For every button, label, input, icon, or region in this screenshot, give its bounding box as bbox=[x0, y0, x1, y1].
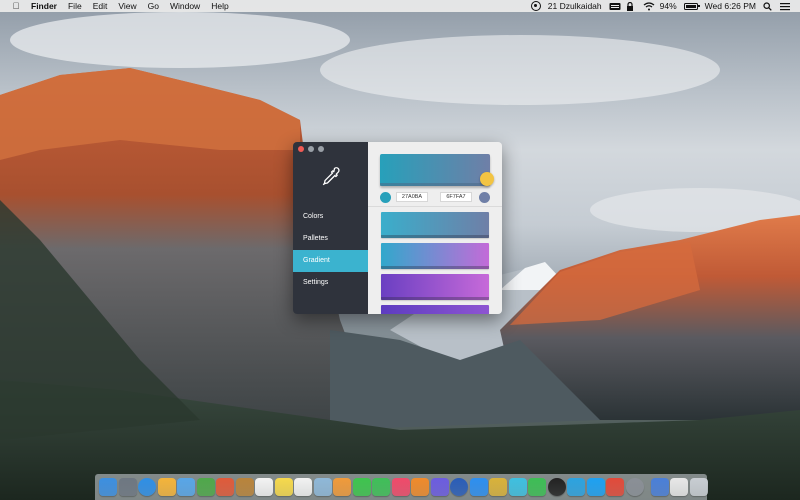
hijri-date[interactable]: 21 Dzulkaidah bbox=[548, 1, 602, 11]
music-icon[interactable] bbox=[391, 478, 410, 496]
gradient-preview bbox=[380, 154, 490, 186]
saved-gradients-list bbox=[381, 212, 489, 314]
apple-icon[interactable]:  bbox=[10, 1, 22, 11]
coins-icon[interactable] bbox=[489, 478, 507, 496]
sidebar-nav: Colors Palletes Gradient Settings bbox=[293, 206, 368, 294]
minimize-window-button[interactable] bbox=[308, 146, 314, 152]
facetime-icon[interactable] bbox=[372, 478, 390, 496]
s-app-icon[interactable] bbox=[606, 478, 624, 496]
close-window-button[interactable] bbox=[298, 146, 304, 152]
gradient-app-window: Colors Palletes Gradient Settings bbox=[293, 142, 502, 314]
menu-app-name[interactable]: Finder bbox=[31, 1, 57, 11]
sidebar-item-colors[interactable]: Colors bbox=[293, 206, 368, 228]
content-divider bbox=[368, 206, 502, 207]
saved-gradient-item[interactable] bbox=[381, 243, 489, 269]
wifi-icon[interactable] bbox=[643, 1, 655, 11]
battery-icon[interactable] bbox=[683, 2, 700, 10]
sidebar-item-gradient[interactable]: Gradient bbox=[293, 250, 368, 272]
document-icon[interactable] bbox=[670, 478, 688, 496]
whatsapp-icon[interactable] bbox=[528, 478, 546, 496]
saved-gradient-item[interactable] bbox=[381, 305, 489, 314]
trash-icon[interactable] bbox=[689, 478, 708, 496]
sidebar-item-palletes[interactable]: Palletes bbox=[293, 228, 368, 250]
gradient-content bbox=[368, 142, 502, 314]
reminders-icon[interactable] bbox=[294, 478, 312, 496]
app-store-icon[interactable] bbox=[469, 478, 488, 496]
add-gradient-button[interactable] bbox=[480, 172, 494, 186]
menu-help[interactable]: Help bbox=[211, 1, 228, 11]
upload-icon[interactable] bbox=[650, 478, 669, 496]
telegram-icon[interactable] bbox=[567, 478, 585, 496]
ai-icon[interactable] bbox=[508, 478, 527, 496]
lock-icon[interactable] bbox=[626, 1, 636, 11]
sidebar-item-settings[interactable]: Settings bbox=[293, 272, 368, 294]
menu-bar:  Finder File Edit View Go Window Help 2… bbox=[0, 0, 800, 12]
end-hex-field[interactable] bbox=[440, 192, 472, 202]
saved-gradient-item[interactable] bbox=[381, 212, 489, 238]
compass-icon[interactable] bbox=[450, 478, 468, 496]
sketch-icon[interactable] bbox=[157, 478, 176, 496]
menu-extras: 21 Dzulkaidah 94% Wed 6:26 PM bbox=[530, 1, 790, 11]
books-icon[interactable] bbox=[411, 478, 429, 496]
end-color-swatch[interactable] bbox=[479, 192, 490, 203]
finder-icon[interactable] bbox=[99, 478, 117, 496]
menu-window[interactable]: Window bbox=[170, 1, 200, 11]
notes-brown-icon[interactable] bbox=[235, 478, 254, 496]
gradient-preview-shadow bbox=[380, 183, 490, 186]
menu-edit[interactable]: Edit bbox=[93, 1, 108, 11]
calendar-icon[interactable] bbox=[255, 478, 273, 496]
keyboard-icon[interactable] bbox=[609, 2, 621, 11]
launchpad-icon[interactable] bbox=[118, 478, 137, 496]
app-dock-icon[interactable] bbox=[430, 478, 449, 496]
app-sidebar: Colors Palletes Gradient Settings bbox=[293, 142, 368, 314]
notification-center-icon[interactable] bbox=[780, 2, 790, 11]
sequel-icon[interactable] bbox=[216, 478, 234, 496]
menu-go[interactable]: Go bbox=[148, 1, 159, 11]
eyedropper-icon[interactable] bbox=[320, 166, 342, 188]
status-app-icon[interactable] bbox=[530, 1, 541, 11]
terminal-icon[interactable] bbox=[547, 478, 566, 496]
menu-clock[interactable]: Wed 6:26 PM bbox=[705, 1, 756, 11]
leaf-icon[interactable] bbox=[196, 478, 215, 496]
menu-view[interactable]: View bbox=[118, 1, 136, 11]
twitter-icon[interactable] bbox=[586, 478, 605, 496]
spotlight-search-icon[interactable] bbox=[763, 1, 773, 11]
battery-percent[interactable]: 94% bbox=[660, 1, 677, 11]
dock bbox=[95, 474, 708, 500]
photos-icon[interactable] bbox=[333, 478, 351, 496]
preview-icon[interactable] bbox=[313, 478, 332, 496]
window-controls bbox=[298, 146, 324, 152]
start-hex-field[interactable] bbox=[396, 192, 428, 202]
saved-gradient-item[interactable] bbox=[381, 274, 489, 300]
safari-icon[interactable] bbox=[138, 478, 156, 496]
stickies-icon[interactable] bbox=[274, 478, 293, 496]
system-prefs-icon[interactable] bbox=[625, 478, 644, 496]
messages-icon[interactable] bbox=[352, 478, 371, 496]
menu-file[interactable]: File bbox=[68, 1, 82, 11]
folder-icon[interactable] bbox=[177, 478, 195, 496]
zoom-window-button[interactable] bbox=[318, 146, 324, 152]
start-color-swatch[interactable] bbox=[380, 192, 391, 203]
